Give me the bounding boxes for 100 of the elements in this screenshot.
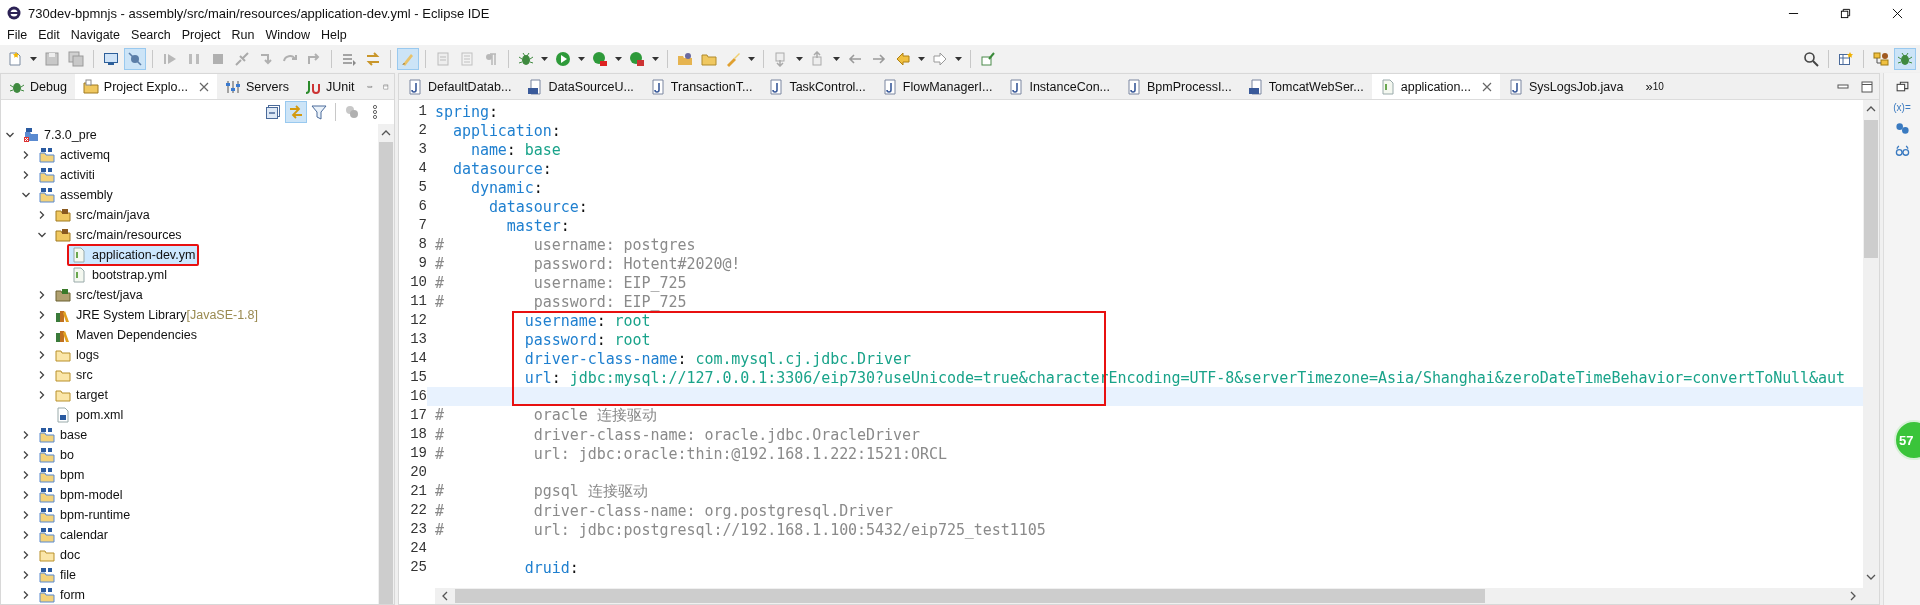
tree-item[interactable]: Maven Dependencies bbox=[51, 324, 201, 346]
tree-item[interactable]: src/test/java bbox=[51, 284, 147, 306]
scroll-left-icon[interactable] bbox=[441, 591, 449, 601]
scrollbar-thumb[interactable] bbox=[379, 142, 393, 604]
menu-item[interactable]: Search bbox=[126, 28, 177, 42]
menu-item[interactable]: Window bbox=[260, 28, 316, 42]
chevron-icon[interactable] bbox=[21, 170, 31, 180]
tree-item[interactable]: target bbox=[51, 384, 112, 406]
caret-icon[interactable] bbox=[955, 56, 962, 61]
chevron-icon[interactable] bbox=[37, 230, 47, 240]
tree-item[interactable]: bpm-runtime bbox=[35, 504, 135, 526]
caret-icon[interactable] bbox=[833, 56, 840, 61]
caret-icon[interactable] bbox=[796, 56, 803, 61]
tree-item[interactable]: logs bbox=[51, 344, 103, 366]
chevron-icon[interactable] bbox=[21, 530, 31, 540]
editor-tab[interactable]: TransactionT... bbox=[641, 74, 761, 99]
panel-tab[interactable]: Debug bbox=[1, 74, 75, 99]
editor-tab[interactable]: application... bbox=[1371, 74, 1500, 99]
maximize-icon[interactable] bbox=[1860, 79, 1874, 94]
editor-tab[interactable]: FlowManagerI... bbox=[873, 74, 1001, 99]
tree-item[interactable]: application-dev.ym bbox=[67, 244, 200, 266]
tree-item[interactable]: bpm bbox=[35, 464, 89, 486]
tree-item[interactable]: doc bbox=[35, 544, 85, 566]
code-line: # url: jdbc:postgresql://192.168.1.100:5432/eip725_test1105 bbox=[435, 520, 1046, 539]
tree-item[interactable]: bootstrap.yml bbox=[67, 264, 172, 286]
tree-item[interactable]: src/main/java bbox=[51, 204, 154, 226]
tree-item[interactable]: activemq bbox=[35, 144, 115, 166]
caret-icon[interactable] bbox=[748, 56, 755, 61]
restore-icon[interactable] bbox=[1894, 79, 1910, 94]
editor-tab[interactable]: DataSourceU... bbox=[519, 74, 642, 99]
menu-item[interactable]: Project bbox=[176, 28, 227, 42]
chevron-icon[interactable] bbox=[21, 150, 31, 160]
editor-tab[interactable]: SysLogsJob.java bbox=[1499, 74, 1632, 99]
caret-icon[interactable] bbox=[918, 56, 925, 61]
tree-item[interactable]: bpm-model bbox=[35, 484, 127, 506]
tree-item[interactable]: bo bbox=[35, 444, 78, 466]
caret-icon[interactable] bbox=[541, 56, 548, 61]
editor-tab[interactable]: TaskControl... bbox=[760, 74, 874, 99]
tree-item[interactable]: pom.xml bbox=[51, 404, 128, 426]
caret-icon[interactable] bbox=[30, 56, 37, 61]
tree-item[interactable]: JRE System Library[JavaSE-1.8] bbox=[51, 304, 263, 326]
chevron-icon[interactable] bbox=[37, 310, 47, 320]
chevron-icon[interactable] bbox=[5, 130, 15, 140]
tree-item[interactable]: calendar bbox=[35, 524, 112, 546]
menu-item[interactable]: Help bbox=[315, 28, 353, 42]
scrollbar[interactable] bbox=[378, 124, 394, 604]
editor-tab[interactable]: InstanceCon... bbox=[1000, 74, 1119, 99]
chevron-icon[interactable] bbox=[21, 490, 31, 500]
chevron-icon[interactable] bbox=[37, 370, 47, 380]
chevron-icon[interactable] bbox=[37, 350, 47, 360]
chevron-icon[interactable] bbox=[21, 450, 31, 460]
chevron-icon[interactable] bbox=[21, 430, 31, 440]
chevron-icon[interactable] bbox=[21, 510, 31, 520]
scrollbar-thumb[interactable] bbox=[455, 589, 1485, 603]
debug-perspective-button[interactable] bbox=[1894, 47, 1916, 70]
tree-item[interactable]: assembly bbox=[35, 184, 117, 206]
menu-item[interactable]: Run bbox=[226, 28, 261, 42]
scroll-down-icon[interactable] bbox=[1866, 573, 1876, 581]
breakpoints-icon[interactable] bbox=[1894, 121, 1910, 136]
menu-item[interactable]: Navigate bbox=[65, 28, 127, 42]
editor-tab[interactable]: BpmProcessI... bbox=[1118, 74, 1240, 99]
tree-item[interactable]: 7.3.0_pre bbox=[19, 124, 101, 146]
glasses-icon[interactable] bbox=[1894, 144, 1910, 159]
project-folder-icon bbox=[39, 427, 55, 443]
tree-item[interactable]: base bbox=[35, 424, 92, 446]
close-icon[interactable] bbox=[198, 81, 209, 92]
chevron-icon[interactable] bbox=[37, 290, 47, 300]
chevron-icon[interactable] bbox=[21, 470, 31, 480]
tree-item[interactable]: activiti bbox=[35, 164, 99, 186]
panel-tab[interactable]: Servers bbox=[216, 74, 297, 99]
project-folder-icon bbox=[39, 527, 55, 543]
scroll-up-icon[interactable] bbox=[1866, 105, 1876, 113]
scroll-up-icon[interactable] bbox=[381, 129, 391, 137]
menu-item[interactable]: Edit bbox=[33, 28, 66, 42]
editor-tab[interactable]: DefaultDatab... bbox=[399, 74, 520, 99]
tree-item[interactable]: file bbox=[35, 564, 80, 586]
chevron-icon[interactable] bbox=[21, 590, 31, 600]
scrollbar-thumb[interactable] bbox=[1864, 120, 1878, 258]
chevron-icon[interactable] bbox=[37, 390, 47, 400]
skip-button[interactable] bbox=[124, 47, 146, 70]
scrollbar[interactable] bbox=[1863, 100, 1879, 604]
caret-icon[interactable] bbox=[615, 56, 622, 61]
chevron-icon[interactable] bbox=[21, 190, 31, 200]
caret-icon[interactable] bbox=[578, 56, 585, 61]
panel-tab[interactable]: Project Explo... bbox=[74, 74, 217, 99]
chevron-icon[interactable] bbox=[21, 570, 31, 580]
tree-item[interactable]: src bbox=[51, 364, 97, 386]
chevron-icon[interactable] bbox=[21, 550, 31, 560]
scroll-right-icon[interactable] bbox=[1849, 591, 1857, 601]
scrollbar[interactable] bbox=[435, 588, 1863, 604]
chevron-icon[interactable] bbox=[37, 330, 47, 340]
chevron-icon[interactable] bbox=[37, 210, 47, 220]
caret-icon[interactable] bbox=[652, 56, 659, 61]
tree-item[interactable]: src/main/resources bbox=[51, 224, 186, 246]
close-icon[interactable] bbox=[1481, 81, 1492, 92]
tree-item[interactable]: form bbox=[35, 584, 89, 605]
menu-item[interactable]: File bbox=[2, 28, 34, 42]
variables-button[interactable]: (x)= bbox=[1893, 102, 1911, 113]
editor-tab[interactable]: TomcatWebSer... bbox=[1239, 74, 1372, 99]
panel-tab[interactable]: JUnit bbox=[297, 74, 363, 99]
